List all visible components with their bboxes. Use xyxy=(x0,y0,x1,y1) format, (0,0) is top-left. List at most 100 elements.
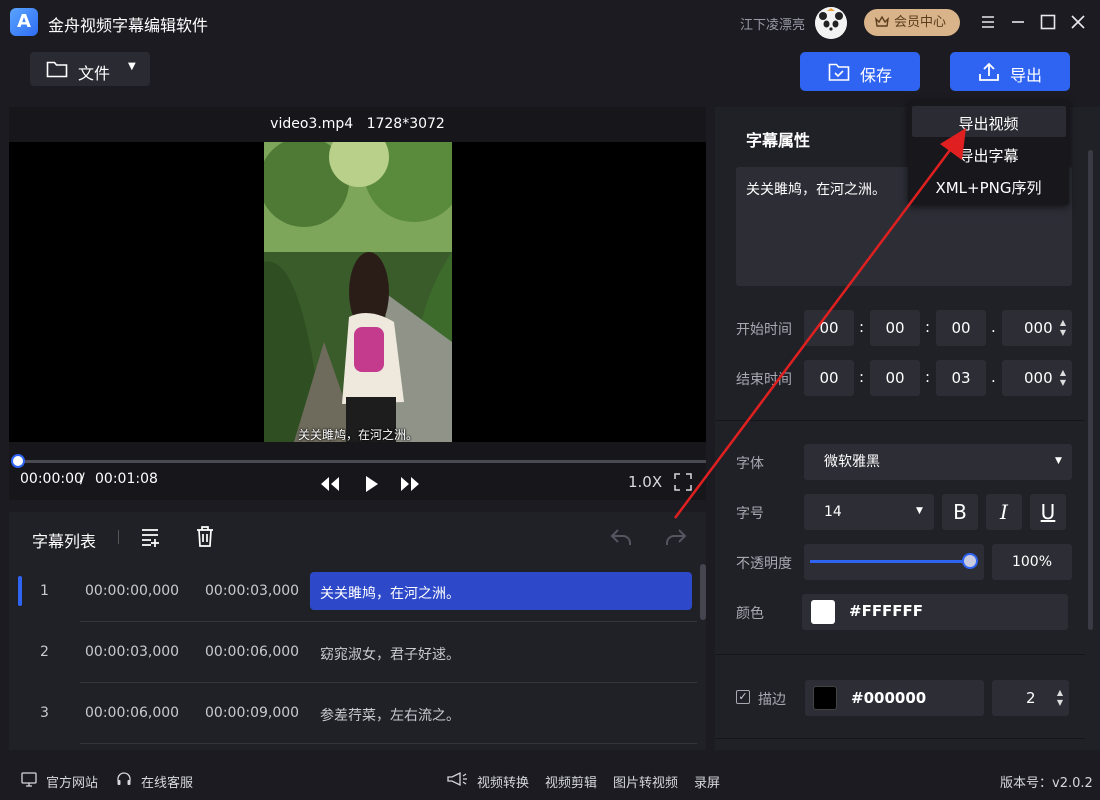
time-colon: : xyxy=(859,318,865,336)
progress-track[interactable] xyxy=(18,460,706,463)
properties-title: 字幕属性 xyxy=(746,131,811,150)
export-button[interactable]: 导出 xyxy=(950,52,1070,91)
fullscreen-icon[interactable] xyxy=(674,473,692,491)
app-title: 金舟视频字幕编辑软件 xyxy=(48,16,209,35)
table-row[interactable]: 1 00:00:00,000 00:00:03,000 关关雎鸠，在河之洲。 xyxy=(0,572,706,622)
end-hours-input[interactable]: 00 xyxy=(804,360,854,396)
start-hours-input[interactable]: 00 xyxy=(804,310,854,346)
stroke-hex-value[interactable]: #000000 xyxy=(851,689,926,707)
end-seconds-input[interactable]: 03 xyxy=(936,360,986,396)
minimize-icon[interactable] xyxy=(1008,12,1028,32)
font-select[interactable]: 微软雅黑 xyxy=(804,444,1072,480)
save-button[interactable]: 保存 xyxy=(800,52,920,91)
italic-button[interactable]: I xyxy=(986,494,1022,530)
row-subtitle-text[interactable]: 参差荇菜，左右流之。 xyxy=(320,705,460,725)
bold-button[interactable]: B xyxy=(942,494,978,530)
close-icon[interactable] xyxy=(1068,12,1088,32)
size-label: 字号 xyxy=(736,506,764,522)
row-start-time[interactable]: 00:00:03,000 xyxy=(85,644,179,660)
time-dot: . xyxy=(991,318,996,336)
screen-record-link[interactable]: 录屏 xyxy=(694,772,720,791)
end-ms-value: 000 xyxy=(1024,369,1053,387)
undo-icon[interactable] xyxy=(609,526,633,548)
progress-handle[interactable] xyxy=(11,454,25,468)
add-subtitle-icon[interactable] xyxy=(140,526,162,548)
end-minutes-input[interactable]: 00 xyxy=(870,360,920,396)
color-swatch[interactable] xyxy=(811,600,835,624)
list-scrollbar[interactable] xyxy=(700,564,706,620)
menu-item-export-video[interactable]: 导出视频 xyxy=(908,113,1069,134)
panda-avatar-icon xyxy=(815,7,847,39)
megaphone-icon xyxy=(447,771,467,787)
opacity-slider-track[interactable] xyxy=(810,560,970,563)
stroke-width-stepper[interactable]: 2 ▲ ▼ xyxy=(992,680,1069,716)
stepper-arrows-icon[interactable]: ▲ ▼ xyxy=(1057,688,1063,708)
chevron-down-icon: ▼ xyxy=(916,506,923,516)
color-label: 颜色 xyxy=(736,606,764,622)
folder-icon xyxy=(46,61,68,78)
table-row[interactable]: 2 00:00:03,000 00:00:06,000 窈窕淑女，君子好逑。 xyxy=(0,633,706,683)
export-label: 导出 xyxy=(1010,66,1043,85)
stepper-arrows-icon[interactable]: ▲ ▼ xyxy=(1060,318,1066,338)
video-edit-link[interactable]: 视频剪辑 xyxy=(545,772,597,791)
time-colon: : xyxy=(925,318,931,336)
end-ms-stepper[interactable]: 000 ▲ ▼ xyxy=(1002,360,1072,396)
maximize-icon[interactable] xyxy=(1038,12,1058,32)
playback-speed[interactable]: 1.0X xyxy=(628,473,662,491)
section-divider xyxy=(715,420,1085,421)
underline-button[interactable]: U xyxy=(1030,494,1066,530)
member-center-button[interactable]: 会员中心 xyxy=(864,9,960,36)
online-support-link[interactable]: 在线客服 xyxy=(141,772,193,791)
start-ms-stepper[interactable]: 000 ▲ ▼ xyxy=(1002,310,1072,346)
official-website-link[interactable]: 官方网站 xyxy=(46,772,98,791)
app-logo-icon: A xyxy=(10,8,38,36)
username[interactable]: 江下凌漂亮 xyxy=(740,14,805,33)
end-time-label: 结束时间 xyxy=(736,372,792,388)
stroke-color-swatch[interactable] xyxy=(813,686,837,710)
opacity-slider-handle[interactable] xyxy=(962,553,978,569)
table-row[interactable]: 3 00:00:06,000 00:00:09,000 参差荇菜，左右流之。 xyxy=(0,694,706,744)
row-subtitle-text[interactable]: 关关雎鸠，在河之洲。 xyxy=(320,583,460,603)
avatar[interactable] xyxy=(815,7,847,39)
rewind-icon[interactable] xyxy=(319,474,341,494)
time-colon: : xyxy=(859,368,865,386)
headset-icon xyxy=(117,772,131,785)
font-size-select[interactable]: 14 xyxy=(804,494,934,530)
color-hex-value[interactable]: #FFFFFF xyxy=(849,602,923,620)
row-start-time[interactable]: 00:00:06,000 xyxy=(85,705,179,721)
redo-icon[interactable] xyxy=(664,526,688,548)
start-minutes-input[interactable]: 00 xyxy=(870,310,920,346)
stroke-checkbox[interactable]: ✓ xyxy=(736,690,750,704)
member-center-label: 会员中心 xyxy=(894,15,947,30)
row-end-time[interactable]: 00:00:06,000 xyxy=(205,644,299,660)
fast-forward-icon[interactable] xyxy=(399,474,421,494)
image-to-video-link[interactable]: 图片转视频 xyxy=(613,772,678,791)
menu-item-export-subtitle[interactable]: 导出字幕 xyxy=(908,145,1069,166)
section-divider xyxy=(715,738,1085,739)
time-separator: / xyxy=(80,471,85,487)
chevron-down-icon: ▼ xyxy=(1055,456,1062,466)
menu-icon[interactable] xyxy=(978,12,998,32)
stepper-arrows-icon[interactable]: ▲ ▼ xyxy=(1060,368,1066,388)
time-colon: : xyxy=(925,368,931,386)
play-icon[interactable] xyxy=(361,474,383,494)
file-menu-label: 文件 xyxy=(78,64,111,83)
monitor-icon xyxy=(21,772,37,787)
file-menu-button[interactable]: 文件 ▼ xyxy=(30,52,150,86)
crown-icon xyxy=(875,15,889,27)
video-convert-link[interactable]: 视频转换 xyxy=(477,772,529,791)
color-field[interactable] xyxy=(802,594,1068,630)
row-end-time[interactable]: 00:00:03,000 xyxy=(205,583,299,599)
properties-scrollbar[interactable] xyxy=(1088,150,1093,630)
row-start-time[interactable]: 00:00:00,000 xyxy=(85,583,179,599)
menu-item-export-xml-png[interactable]: XML+PNG序列 xyxy=(908,177,1069,198)
font-label: 字体 xyxy=(736,456,764,472)
start-seconds-input[interactable]: 00 xyxy=(936,310,986,346)
save-folder-icon xyxy=(828,63,850,81)
row-subtitle-text[interactable]: 窈窕淑女，君子好逑。 xyxy=(320,644,460,664)
opacity-value-input[interactable]: 100% xyxy=(992,544,1072,580)
video-frame-image xyxy=(264,142,452,442)
delete-icon[interactable] xyxy=(195,525,215,548)
row-end-time[interactable]: 00:00:09,000 xyxy=(205,705,299,721)
video-resolution: 1728*3072 xyxy=(366,116,445,132)
